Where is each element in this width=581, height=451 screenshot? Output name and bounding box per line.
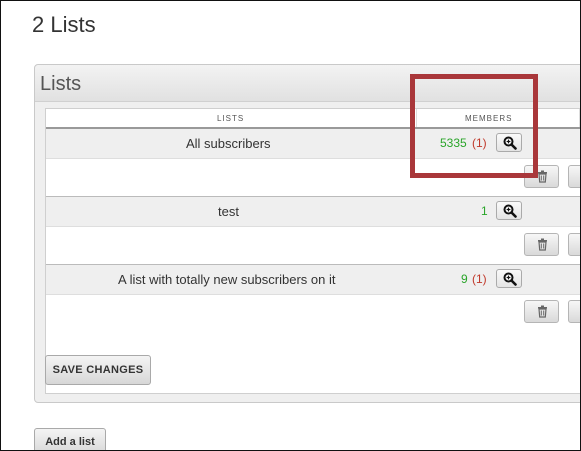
move-list-button[interactable] bbox=[568, 300, 580, 323]
delete-list-button[interactable] bbox=[524, 300, 559, 323]
highlight-box bbox=[410, 74, 538, 178]
delete-list-button[interactable] bbox=[524, 233, 559, 256]
magnifier-icon bbox=[503, 272, 517, 286]
move-list-button[interactable] bbox=[568, 233, 580, 256]
save-changes-button[interactable]: SAVE CHANGES bbox=[45, 355, 151, 385]
list-name[interactable]: test bbox=[218, 204, 239, 219]
member-count: 1 bbox=[481, 204, 488, 218]
magnifier-icon bbox=[503, 204, 517, 218]
row-actions bbox=[46, 295, 580, 330]
window: 2 Lists Lists LISTS MEMBERS All subscrib… bbox=[0, 0, 581, 451]
table-row: A list with totally new subscribers on i… bbox=[46, 265, 580, 295]
list-name[interactable]: All subscribers bbox=[186, 136, 271, 151]
trash-icon bbox=[538, 305, 547, 318]
table-row: test 1 bbox=[46, 197, 580, 227]
view-members-button[interactable] bbox=[496, 269, 522, 288]
column-header-lists: LISTS bbox=[217, 114, 245, 123]
view-members-button[interactable] bbox=[496, 201, 522, 220]
column-divider bbox=[579, 109, 580, 127]
move-list-button[interactable] bbox=[568, 165, 580, 188]
trash-icon bbox=[538, 238, 547, 251]
panel-title: Lists bbox=[40, 73, 82, 95]
row-actions bbox=[46, 227, 580, 265]
member-count: 9 bbox=[461, 272, 468, 286]
unconfirmed-count: (1) bbox=[472, 272, 487, 286]
page-title: 2 Lists bbox=[32, 12, 96, 37]
list-name[interactable]: A list with totally new subscribers on i… bbox=[118, 272, 335, 287]
add-list-button[interactable]: Add a list bbox=[34, 428, 106, 450]
